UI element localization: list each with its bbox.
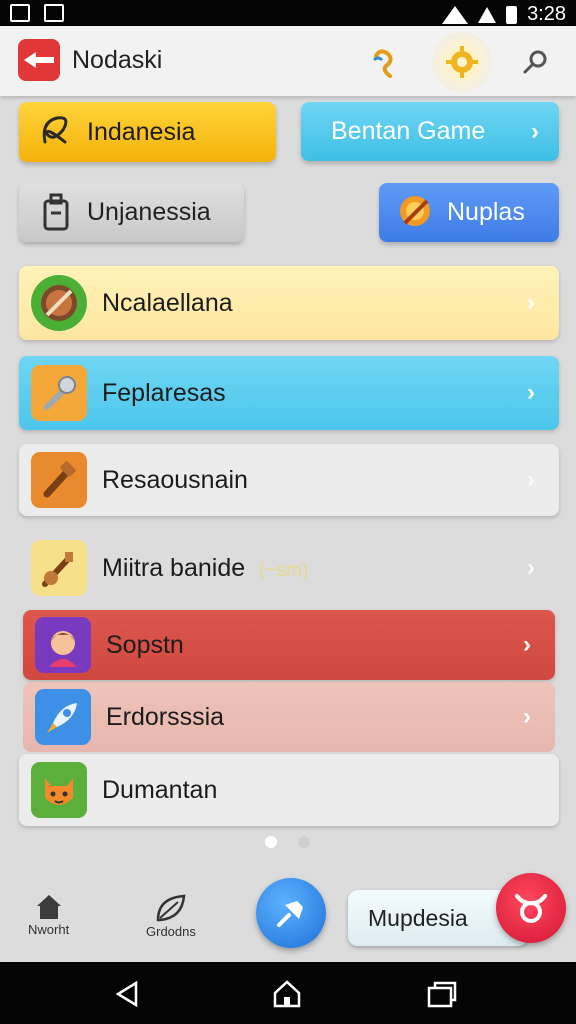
nav-home[interactable]: Nworht <box>28 892 69 937</box>
nav-second-label: Grdodns <box>146 924 196 939</box>
list-item-label: Ncalaellana <box>102 288 233 317</box>
pizza-icon <box>31 275 87 331</box>
status-time: 3:28 <box>527 3 566 25</box>
status-bar: 3:28 <box>0 0 576 26</box>
bentan-game-button[interactable]: Bentan Game › <box>301 102 559 161</box>
bentan-game-label: Bentan Game <box>331 117 486 145</box>
rocket-icon <box>35 689 91 745</box>
list-item-label: Sopstn <box>106 630 184 659</box>
mupdesia-label: Mupdesia <box>368 904 468 931</box>
list-item-label: Dumantan <box>102 775 218 804</box>
list-item-note: (~sm) <box>259 559 309 581</box>
home-icon <box>36 895 61 919</box>
scribble-icon <box>42 116 68 144</box>
list-item-label: Feplaresas <box>102 378 226 407</box>
app-title: Nodaski <box>72 46 163 74</box>
chevron-right-icon: › <box>527 554 535 581</box>
document-icon <box>43 193 69 231</box>
back-icon[interactable] <box>112 978 144 1010</box>
settings-gear-icon[interactable] <box>432 32 492 92</box>
nuplas-label: Nuplas <box>447 198 525 226</box>
wrench-icon <box>31 365 87 421</box>
compose-fab[interactable] <box>256 878 326 948</box>
chevron-right-icon: › <box>527 289 535 316</box>
list-item[interactable]: Resaousnain › <box>19 444 559 516</box>
chevron-right-icon: › <box>523 703 531 730</box>
taurus-icon <box>515 894 547 923</box>
unjanessia-label: Unjanessia <box>87 198 211 226</box>
tool-badge-icon <box>400 196 430 226</box>
home-nav-icon[interactable] <box>271 978 303 1010</box>
leaf-icon <box>156 894 186 922</box>
indanesia-label: Indanesia <box>87 117 196 146</box>
indanesia-button[interactable]: Indanesia <box>19 102 276 162</box>
pin-icon <box>277 901 303 927</box>
cat-face-icon <box>31 762 87 818</box>
system-navigation-bar <box>0 962 576 1024</box>
nav-home-label: Nworht <box>28 922 70 937</box>
chevron-right-icon: › <box>527 379 535 406</box>
unjanessia-button[interactable]: Unjanessia <box>19 183 244 242</box>
app-logo <box>18 39 60 81</box>
list-item-label: Erdorsssia <box>106 702 225 731</box>
list-item[interactable]: Miitra banide (~sm) › <box>19 530 559 606</box>
chevron-right-icon: › <box>527 466 535 493</box>
image-notification-icon <box>10 4 30 22</box>
nav-second[interactable]: Grdodns <box>146 892 196 939</box>
tool-icon <box>31 540 87 596</box>
list-item[interactable]: Sopstn › <box>23 610 555 680</box>
battery-icon <box>506 5 518 24</box>
list-item-label: Resaousnain <box>102 465 248 494</box>
nuplas-button[interactable]: Nuplas <box>379 183 559 242</box>
list-item-text: Miitra banide <box>102 553 246 582</box>
list-item[interactable]: Dumantan <box>19 754 559 826</box>
hammer-icon <box>31 452 87 508</box>
list-item[interactable]: Ncalaellana › <box>19 266 559 340</box>
page-indicator-inactive[interactable] <box>298 836 310 848</box>
signal-icon <box>478 6 497 23</box>
badge-action-button[interactable] <box>496 873 566 943</box>
list-item[interactable]: Erdorsssia › <box>23 682 555 752</box>
chevron-right-icon: › <box>523 631 531 658</box>
avatar-icon <box>35 617 91 673</box>
app-notification-icon <box>44 4 64 22</box>
swirl-icon[interactable] <box>362 40 406 84</box>
chevron-right-icon: › <box>531 117 539 145</box>
list-item-label: Miitra banide (~sm) <box>102 554 308 583</box>
app-bar: Nodaski <box>0 26 576 96</box>
recents-icon[interactable] <box>426 978 458 1010</box>
page-indicator-active[interactable] <box>265 836 277 848</box>
list-item[interactable]: Feplaresas › <box>19 356 559 430</box>
search-icon[interactable] <box>514 40 558 84</box>
wifi-icon <box>442 5 469 24</box>
